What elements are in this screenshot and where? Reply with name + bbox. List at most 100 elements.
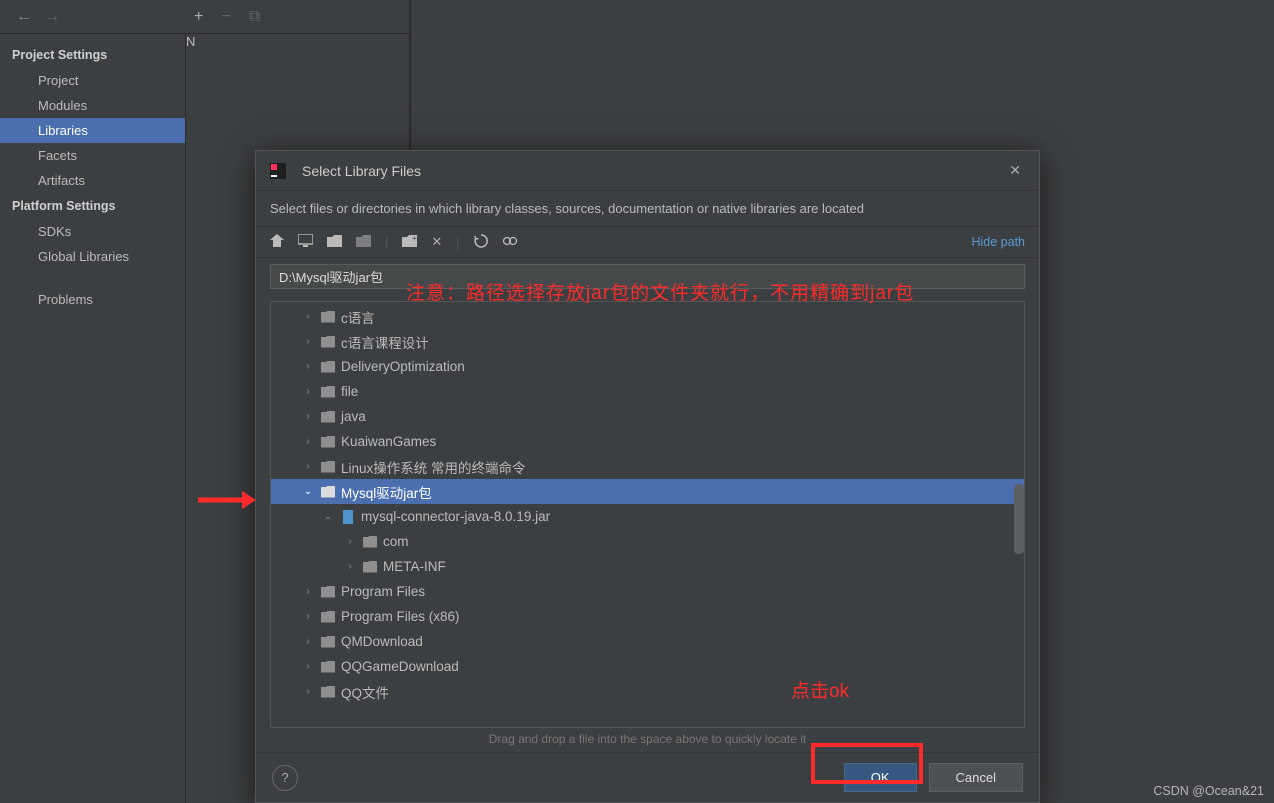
sidebar-item-modules[interactable]: Modules xyxy=(0,93,185,118)
tree-node[interactable]: ›META-INF xyxy=(271,554,1024,579)
dialog-footer: ? OK Cancel xyxy=(256,752,1039,802)
new-folder-icon[interactable]: + xyxy=(402,235,417,250)
scrollbar[interactable] xyxy=(1014,484,1024,554)
sidebar-item-libraries[interactable]: Libraries xyxy=(0,118,185,143)
tree-node-label: QQ文件 xyxy=(341,682,389,702)
tree-node[interactable]: › KuaiwanGames xyxy=(271,429,1024,454)
tree-node-label: QMDownload xyxy=(341,634,423,649)
sidebar-item-artifacts[interactable]: Artifacts xyxy=(0,168,185,193)
tree-node-label: file xyxy=(341,384,358,399)
tree-node-label: Mysql驱动jar包 xyxy=(341,482,432,502)
tree-node[interactable]: › java xyxy=(271,404,1024,429)
add-library-button[interactable]: + xyxy=(194,8,203,26)
desktop-icon[interactable] xyxy=(298,234,313,250)
chevron-right-icon[interactable]: › xyxy=(301,461,315,472)
folder-icon xyxy=(321,361,335,373)
tree-node[interactable]: › file xyxy=(271,379,1024,404)
show-hidden-icon[interactable] xyxy=(502,234,518,251)
file-chooser-toolbar: | + ✕ | Hide path xyxy=(256,226,1039,258)
tree-node-label: java xyxy=(341,409,366,424)
libraries-toolbar: + − ⧉ xyxy=(186,0,409,34)
folder-icon xyxy=(321,686,335,698)
hide-path-link[interactable]: Hide path xyxy=(971,235,1025,249)
folder-icon xyxy=(321,611,335,623)
chevron-right-icon[interactable]: › xyxy=(301,636,315,647)
placeholder-text: N xyxy=(186,34,409,49)
copy-library-button[interactable]: ⧉ xyxy=(249,8,260,26)
chevron-right-icon[interactable]: › xyxy=(301,411,315,422)
file-tree[interactable]: ›c语言›c语言课程设计›DeliveryOptimization›file›j… xyxy=(270,301,1025,728)
tree-node[interactable]: › Program Files xyxy=(271,579,1024,604)
chevron-right-icon[interactable]: › xyxy=(301,611,315,622)
tree-node-label: KuaiwanGames xyxy=(341,434,436,449)
remove-library-button[interactable]: − xyxy=(221,8,230,26)
chevron-down-icon[interactable]: ⌄ xyxy=(321,511,335,522)
chevron-right-icon[interactable]: › xyxy=(301,686,315,697)
help-button[interactable]: ? xyxy=(272,765,298,791)
tree-node-label: c语言课程设计 xyxy=(341,332,429,352)
jar-icon xyxy=(343,510,353,524)
sidebar-item-facets[interactable]: Facets xyxy=(0,143,185,168)
folder-icon xyxy=(321,336,335,348)
ok-button[interactable]: OK xyxy=(844,763,917,792)
tree-node[interactable]: ⌄ mysql-connector-java-8.0.19.jar xyxy=(271,504,1024,529)
chevron-right-icon[interactable]: › xyxy=(301,361,315,372)
back-button[interactable]: ← xyxy=(10,8,38,26)
folder-icon xyxy=(321,636,335,648)
folder-icon xyxy=(363,561,377,573)
chevron-right-icon[interactable]: › xyxy=(343,536,357,547)
separator: | xyxy=(385,235,388,250)
project-structure-sidebar: Project Settings ProjectModulesLibraries… xyxy=(0,34,186,803)
chevron-right-icon[interactable]: › xyxy=(301,336,315,347)
forward-button[interactable]: → xyxy=(38,8,66,26)
folder-icon xyxy=(321,461,335,473)
chevron-right-icon[interactable]: › xyxy=(301,311,315,322)
tree-node[interactable]: › QMDownload xyxy=(271,629,1024,654)
tree-node[interactable]: ›DeliveryOptimization xyxy=(271,354,1024,379)
chevron-down-icon[interactable]: ⌄ xyxy=(301,486,315,497)
folder-icon xyxy=(321,411,335,423)
tree-node[interactable]: ›com xyxy=(271,529,1024,554)
refresh-icon[interactable] xyxy=(474,234,488,251)
dialog-titlebar: Select Library Files ✕ xyxy=(256,151,1039,191)
tree-node-label: Program Files xyxy=(341,584,425,599)
separator: | xyxy=(456,235,459,250)
sidebar-item-sdks[interactable]: SDKs xyxy=(0,219,185,244)
module-folder-icon[interactable] xyxy=(356,235,371,250)
tree-node[interactable]: › QQGameDownload xyxy=(271,654,1024,679)
sidebar-item-global-libraries[interactable]: Global Libraries xyxy=(0,244,185,269)
chevron-right-icon[interactable]: › xyxy=(343,561,357,572)
dialog-description: Select files or directories in which lib… xyxy=(256,191,1039,226)
chevron-right-icon[interactable]: › xyxy=(301,436,315,447)
sidebar-item-project[interactable]: Project xyxy=(0,68,185,93)
drop-hint: Drag and drop a file into the space abov… xyxy=(256,728,1039,752)
folder-icon xyxy=(363,536,377,548)
path-row xyxy=(256,258,1039,295)
tree-node[interactable]: ⌄ Mysql驱动jar包 xyxy=(271,479,1024,504)
folder-icon xyxy=(321,386,335,398)
sidebar-heading-platform: Platform Settings xyxy=(0,193,185,219)
tree-node[interactable]: › c语言 xyxy=(271,304,1024,329)
chevron-right-icon[interactable]: › xyxy=(301,661,315,672)
tree-node[interactable]: › Program Files (x86) xyxy=(271,604,1024,629)
chevron-right-icon[interactable]: › xyxy=(301,586,315,597)
folder-icon xyxy=(321,586,335,598)
tree-node-label: QQGameDownload xyxy=(341,659,459,674)
project-folder-icon[interactable] xyxy=(327,235,342,250)
sidebar-item-problems[interactable]: Problems xyxy=(0,287,185,312)
sidebar-heading-project: Project Settings xyxy=(0,42,185,68)
path-input[interactable] xyxy=(270,264,1025,289)
svg-text:+: + xyxy=(412,235,417,243)
home-icon[interactable] xyxy=(270,234,284,250)
delete-icon[interactable]: ✕ xyxy=(431,234,442,250)
tree-node[interactable]: ›Linux操作系统 常用的终端命令 xyxy=(271,454,1024,479)
cancel-button[interactable]: Cancel xyxy=(929,763,1023,792)
close-icon[interactable]: ✕ xyxy=(1005,158,1025,183)
tree-node[interactable]: › c语言课程设计 xyxy=(271,329,1024,354)
tree-node-label: c语言 xyxy=(341,307,375,327)
tree-node[interactable]: › QQ文件 xyxy=(271,679,1024,704)
chevron-right-icon[interactable]: › xyxy=(301,386,315,397)
tree-node-label: Program Files (x86) xyxy=(341,609,460,624)
folder-icon xyxy=(321,436,335,448)
tree-node-label: mysql-connector-java-8.0.19.jar xyxy=(361,509,550,524)
